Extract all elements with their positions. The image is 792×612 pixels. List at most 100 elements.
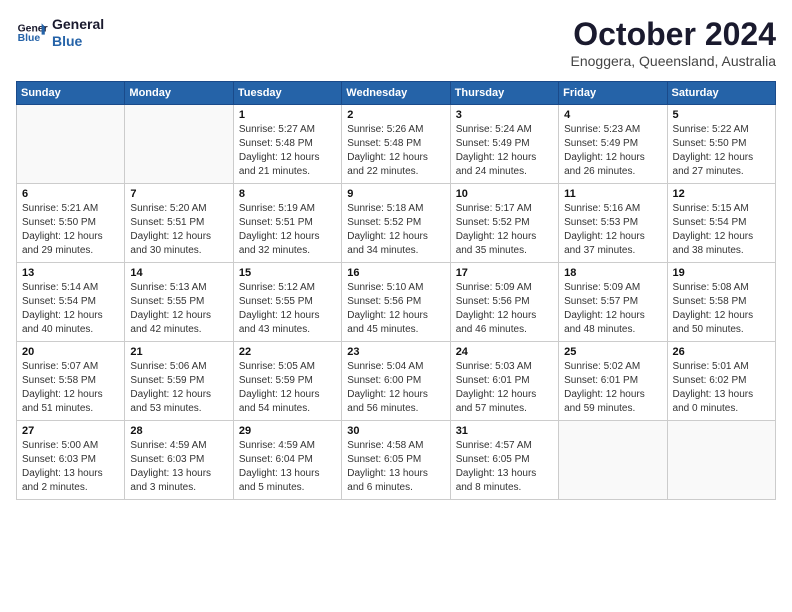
day-number: 3: [456, 109, 553, 121]
calendar-cell: 17Sunrise: 5:09 AM Sunset: 5:56 PM Dayli…: [450, 263, 558, 342]
month-title: October 2024: [571, 16, 776, 53]
calendar-cell: 25 Sunrise: 5:02 AM Sunset: 6:01 PM Dayli…: [559, 342, 667, 421]
weekday-header: Thursday: [450, 82, 558, 105]
day-detail: Sunrise: 5:26 AM Sunset: 5:48 PM Dayligh…: [347, 123, 444, 179]
day-detail: Sunrise: 5:05 AM Sunset: 5:59 PM Dayligh…: [239, 360, 336, 416]
day-detail: Sunrise: 5:15 AM Sunset: 5:54 PM Dayligh…: [673, 202, 770, 258]
calendar-cell: 31Sunrise: 4:57 AM Sunset: 6:05 PM Dayli…: [450, 421, 558, 500]
calendar-cell: 24 Sunrise: 5:03 AM Sunset: 6:01 PM Dayli…: [450, 342, 558, 421]
day-number: 2: [347, 109, 444, 121]
day-number: 4: [564, 109, 661, 121]
day-number: 16: [347, 267, 444, 279]
day-detail: Sunrise: 5:06 AM Sunset: 5:59 PM Dayligh…: [130, 360, 227, 416]
day-number: 14: [130, 267, 227, 279]
day-number: 6: [22, 188, 119, 200]
day-number: 8: [239, 188, 336, 200]
calendar-cell: 23 Sunrise: 5:04 AM Sunset: 6:00 PM Dayli…: [342, 342, 450, 421]
day-detail: Sunrise: 5:02 AM Sunset: 6:01 PM Dayligh…: [564, 360, 661, 416]
day-number: 11: [564, 188, 661, 200]
calendar-cell: 3 Sunrise: 5:24 AM Sunset: 5:49 PM Daylig…: [450, 105, 558, 184]
calendar-cell: [667, 421, 775, 500]
day-detail: Sunrise: 4:59 AM Sunset: 6:03 PM Dayligh…: [130, 439, 227, 495]
calendar-cell: 11 Sunrise: 5:16 AM Sunset: 5:53 PM Dayli…: [559, 184, 667, 263]
day-number: 24: [456, 346, 553, 358]
day-number: 7: [130, 188, 227, 200]
calendar-cell: 14 Sunrise: 5:13 AM Sunset: 5:55 PM Dayli…: [125, 263, 233, 342]
day-detail: Sunrise: 5:22 AM Sunset: 5:50 PM Dayligh…: [673, 123, 770, 179]
day-detail: Sunrise: 5:04 AM Sunset: 6:00 PM Dayligh…: [347, 360, 444, 416]
day-number: 29: [239, 425, 336, 437]
calendar-cell: 6Sunrise: 5:21 AM Sunset: 5:50 PM Daylig…: [17, 184, 125, 263]
day-number: 1: [239, 109, 336, 121]
day-detail: Sunrise: 5:27 AM Sunset: 5:48 PM Dayligh…: [239, 123, 336, 179]
calendar-cell: 8 Sunrise: 5:19 AM Sunset: 5:51 PM Daylig…: [233, 184, 341, 263]
day-number: 21: [130, 346, 227, 358]
day-detail: Sunrise: 5:00 AM Sunset: 6:03 PM Dayligh…: [22, 439, 119, 495]
day-number: 18: [564, 267, 661, 279]
calendar-cell: 15Sunrise: 5:12 AM Sunset: 5:55 PM Dayli…: [233, 263, 341, 342]
day-number: 10: [456, 188, 553, 200]
calendar-cell: 22 Sunrise: 5:05 AM Sunset: 5:59 PM Dayli…: [233, 342, 341, 421]
calendar-table: SundayMondayTuesdayWednesdayThursdayFrid…: [16, 81, 776, 500]
calendar-cell: 18Sunrise: 5:09 AM Sunset: 5:57 PM Dayli…: [559, 263, 667, 342]
calendar-cell: 2 Sunrise: 5:26 AM Sunset: 5:48 PM Daylig…: [342, 105, 450, 184]
day-number: 17: [456, 267, 553, 279]
calendar-cell: 7Sunrise: 5:20 AM Sunset: 5:51 PM Daylig…: [125, 184, 233, 263]
day-detail: Sunrise: 5:03 AM Sunset: 6:01 PM Dayligh…: [456, 360, 553, 416]
day-detail: Sunrise: 5:19 AM Sunset: 5:51 PM Dayligh…: [239, 202, 336, 258]
day-detail: Sunrise: 5:23 AM Sunset: 5:49 PM Dayligh…: [564, 123, 661, 179]
day-number: 23: [347, 346, 444, 358]
day-number: 31: [456, 425, 553, 437]
day-number: 20: [22, 346, 119, 358]
day-detail: Sunrise: 5:10 AM Sunset: 5:56 PM Dayligh…: [347, 281, 444, 337]
day-detail: Sunrise: 5:16 AM Sunset: 5:53 PM Dayligh…: [564, 202, 661, 258]
page-header: General Blue General Blue October 2024 E…: [16, 16, 776, 69]
day-number: 13: [22, 267, 119, 279]
calendar-cell: 13 Sunrise: 5:14 AM Sunset: 5:54 PM Dayli…: [17, 263, 125, 342]
logo-text: General Blue: [52, 16, 104, 50]
calendar-week-row: 1 Sunrise: 5:27 AM Sunset: 5:48 PM Daylig…: [17, 105, 776, 184]
day-detail: Sunrise: 5:13 AM Sunset: 5:55 PM Dayligh…: [130, 281, 227, 337]
calendar-week-row: 20Sunrise: 5:07 AM Sunset: 5:58 PM Dayli…: [17, 342, 776, 421]
day-number: 12: [673, 188, 770, 200]
day-detail: Sunrise: 5:17 AM Sunset: 5:52 PM Dayligh…: [456, 202, 553, 258]
weekday-header: Tuesday: [233, 82, 341, 105]
calendar-cell: 29Sunrise: 4:59 AM Sunset: 6:04 PM Dayli…: [233, 421, 341, 500]
calendar-cell: 4 Sunrise: 5:23 AM Sunset: 5:49 PM Daylig…: [559, 105, 667, 184]
weekday-header: Sunday: [17, 82, 125, 105]
calendar-cell: 16 Sunrise: 5:10 AM Sunset: 5:56 PM Dayli…: [342, 263, 450, 342]
day-number: 25: [564, 346, 661, 358]
weekday-header: Friday: [559, 82, 667, 105]
day-number: 26: [673, 346, 770, 358]
day-number: 9: [347, 188, 444, 200]
calendar-cell: 12 Sunrise: 5:15 AM Sunset: 5:54 PM Dayli…: [667, 184, 775, 263]
day-number: 19: [673, 267, 770, 279]
svg-text:Blue: Blue: [18, 33, 41, 44]
calendar-cell: [559, 421, 667, 500]
calendar-cell: 9 Sunrise: 5:18 AM Sunset: 5:52 PM Daylig…: [342, 184, 450, 263]
calendar-cell: [17, 105, 125, 184]
day-detail: Sunrise: 5:24 AM Sunset: 5:49 PM Dayligh…: [456, 123, 553, 179]
calendar-cell: 20Sunrise: 5:07 AM Sunset: 5:58 PM Dayli…: [17, 342, 125, 421]
calendar-cell: [125, 105, 233, 184]
day-number: 22: [239, 346, 336, 358]
calendar-week-row: 27Sunrise: 5:00 AM Sunset: 6:03 PM Dayli…: [17, 421, 776, 500]
calendar-week-row: 13 Sunrise: 5:14 AM Sunset: 5:54 PM Dayli…: [17, 263, 776, 342]
title-block: October 2024 Enoggera, Queensland, Austr…: [571, 16, 776, 69]
logo: General Blue General Blue: [16, 16, 104, 50]
calendar-cell: 5Sunrise: 5:22 AM Sunset: 5:50 PM Daylig…: [667, 105, 775, 184]
weekday-header-row: SundayMondayTuesdayWednesdayThursdayFrid…: [17, 82, 776, 105]
day-detail: Sunrise: 4:58 AM Sunset: 6:05 PM Dayligh…: [347, 439, 444, 495]
calendar-cell: 26 Sunrise: 5:01 AM Sunset: 6:02 PM Dayli…: [667, 342, 775, 421]
calendar-cell: 10 Sunrise: 5:17 AM Sunset: 5:52 PM Dayli…: [450, 184, 558, 263]
weekday-header: Saturday: [667, 82, 775, 105]
logo-icon: General Blue: [16, 17, 48, 49]
calendar-cell: 21 Sunrise: 5:06 AM Sunset: 5:59 PM Dayli…: [125, 342, 233, 421]
calendar-cell: 30Sunrise: 4:58 AM Sunset: 6:05 PM Dayli…: [342, 421, 450, 500]
location: Enoggera, Queensland, Australia: [571, 53, 776, 69]
day-detail: Sunrise: 5:01 AM Sunset: 6:02 PM Dayligh…: [673, 360, 770, 416]
day-detail: Sunrise: 5:14 AM Sunset: 5:54 PM Dayligh…: [22, 281, 119, 337]
day-detail: Sunrise: 5:18 AM Sunset: 5:52 PM Dayligh…: [347, 202, 444, 258]
calendar-cell: 1 Sunrise: 5:27 AM Sunset: 5:48 PM Daylig…: [233, 105, 341, 184]
day-number: 15: [239, 267, 336, 279]
